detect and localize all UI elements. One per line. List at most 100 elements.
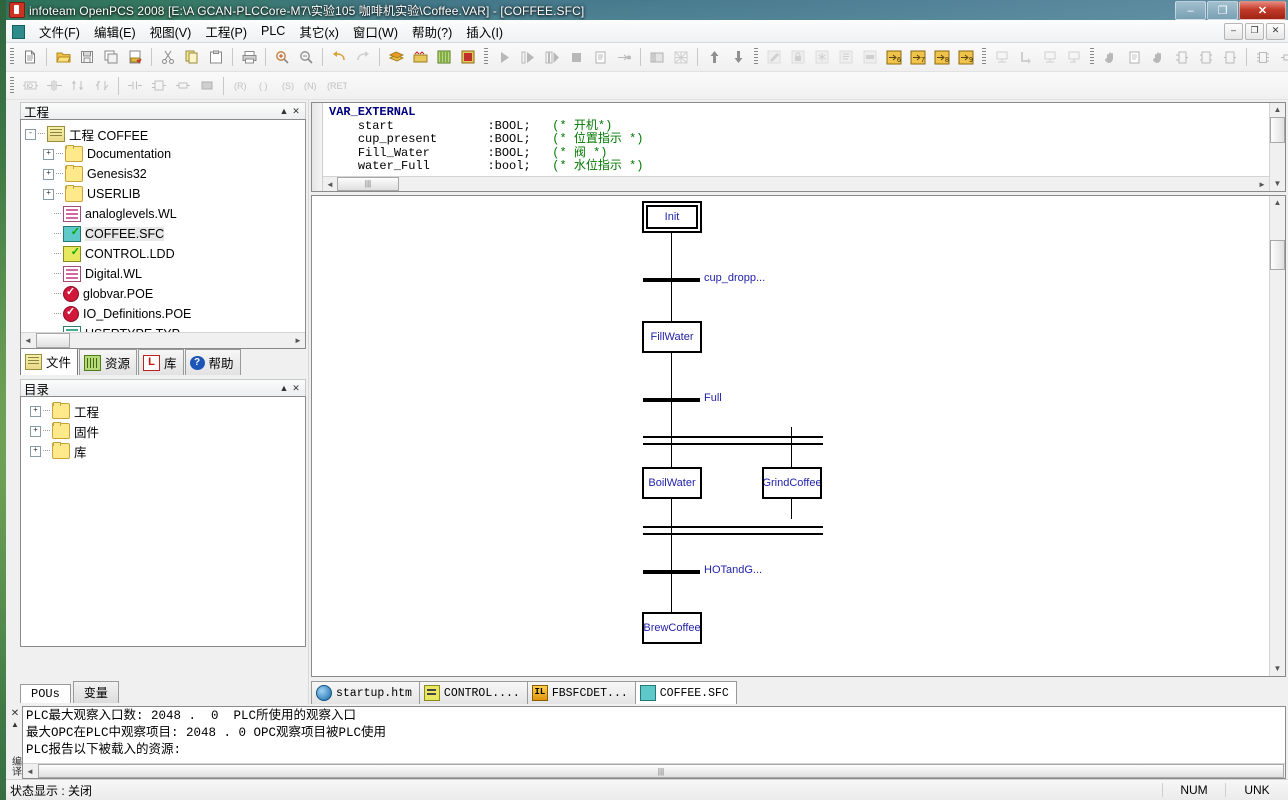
scroll-down-icon[interactable]: ▼: [1270, 662, 1285, 676]
sfc-parallel-split[interactable]: [643, 436, 823, 445]
menu-item-file[interactable]: 文件(F): [32, 19, 87, 44]
menu-item-view[interactable]: 视图(V): [143, 19, 199, 44]
menu-item-insert[interactable]: 插入(I): [459, 19, 510, 44]
doclist-icon[interactable]: [835, 46, 857, 68]
sfc-transition-bar[interactable]: [643, 398, 700, 402]
project-panel-close-icon[interactable]: ✕: [290, 105, 302, 117]
tree-item-control-ldd[interactable]: CONTROL.LDD: [25, 244, 305, 264]
tab-help[interactable]: ? 帮助: [185, 349, 241, 375]
scroll-right-icon[interactable]: ►: [291, 336, 305, 345]
rebuild-icon[interactable]: [409, 46, 431, 68]
monitor-icon[interactable]: [991, 46, 1013, 68]
project-tree-hscrollbar[interactable]: ◄ ►: [21, 332, 305, 348]
toolbar-grip-2[interactable]: [484, 48, 488, 66]
save-as-icon[interactable]: [124, 46, 146, 68]
minimize-button[interactable]: –: [1175, 1, 1206, 20]
tab-resources[interactable]: 资源: [79, 349, 137, 375]
negate-icon[interactable]: (N): [301, 75, 323, 97]
tree-item-io-definitions-poe[interactable]: IO_Definitions.POE: [25, 304, 305, 324]
save-all-icon[interactable]: [100, 46, 122, 68]
inout-icon[interactable]: [1171, 46, 1193, 68]
fbd-io-icon[interactable]: IO: [19, 75, 41, 97]
doctab-control[interactable]: CONTROL....: [419, 681, 528, 704]
doctab-startup-htm[interactable]: startup.htm: [311, 681, 420, 704]
doctab-coffee-sfc[interactable]: COFFEE.SFC: [635, 681, 737, 704]
scroll-thumb[interactable]: [1270, 117, 1285, 143]
grid-icon[interactable]: [670, 46, 692, 68]
step-over-icon[interactable]: [517, 46, 539, 68]
bookmark8-icon[interactable]: 8: [931, 46, 953, 68]
sfc-vscrollbar[interactable]: ▲ ▼: [1269, 196, 1285, 676]
save-icon[interactable]: [76, 46, 98, 68]
reset-icon[interactable]: (R): [229, 75, 251, 97]
coil-swap-icon[interactable]: [67, 75, 89, 97]
bookmark6-icon[interactable]: 6: [883, 46, 905, 68]
scroll-right-icon[interactable]: ►: [1255, 180, 1269, 189]
sfc-step-init[interactable]: Init: [642, 201, 702, 233]
redo-icon[interactable]: [352, 46, 374, 68]
set-icon[interactable]: (S): [277, 75, 299, 97]
variable-pane-vscrollbar[interactable]: ▲ ▼: [1269, 103, 1285, 191]
tab-variables[interactable]: 变量: [73, 681, 119, 703]
tree-item-analoglevels-wl[interactable]: analoglevels.WL: [25, 204, 305, 224]
sfc-transition-bar[interactable]: [643, 570, 700, 574]
variable-pane-hscrollbar[interactable]: ◄ ||| ►: [323, 176, 1269, 191]
expander-toggle[interactable]: +: [30, 426, 41, 437]
block2-icon[interactable]: [1219, 46, 1241, 68]
project-icon[interactable]: [433, 46, 455, 68]
block-icon[interactable]: [1195, 46, 1217, 68]
child-close-button[interactable]: ✕: [1266, 23, 1285, 40]
bookmark9-icon[interactable]: 9: [955, 46, 977, 68]
coil-paren-icon[interactable]: ( ): [253, 75, 275, 97]
toolbar-grip-4[interactable]: [982, 48, 986, 66]
monitor2-icon[interactable]: [1039, 46, 1061, 68]
resource-icon[interactable]: [457, 46, 479, 68]
chip-icon[interactable]: [1252, 46, 1274, 68]
tab-pous[interactable]: POUs: [20, 684, 71, 703]
return-icon[interactable]: (RET): [325, 75, 347, 97]
sfc-step-brewcoffee[interactable]: BrewCoffee: [642, 612, 702, 644]
goto-icon[interactable]: [613, 46, 635, 68]
hand2-icon[interactable]: [1147, 46, 1169, 68]
new-file-icon[interactable]: [19, 46, 41, 68]
paste-icon[interactable]: [205, 46, 227, 68]
scroll-thumb[interactable]: |||: [337, 177, 399, 191]
doctab-fbsfcdet[interactable]: IL FBSFCDET...: [527, 681, 636, 704]
open-folder-icon[interactable]: [52, 46, 74, 68]
pencil-icon[interactable]: [763, 46, 785, 68]
page-icon[interactable]: [1123, 46, 1145, 68]
scroll-thumb[interactable]: [1270, 240, 1285, 270]
toolbar-grip[interactable]: [10, 48, 14, 66]
expander-toggle[interactable]: +: [30, 446, 41, 457]
scroll-up-icon[interactable]: ▲: [1270, 196, 1285, 210]
print-icon[interactable]: [238, 46, 260, 68]
scroll-down-icon[interactable]: ▼: [1270, 177, 1285, 191]
scroll-thumb[interactable]: [36, 333, 70, 348]
lock-icon[interactable]: [787, 46, 809, 68]
pin-icon[interactable]: [1276, 46, 1288, 68]
sfc-transition-bar[interactable]: [643, 278, 700, 282]
build-icon[interactable]: [385, 46, 407, 68]
expander-toggle[interactable]: -: [25, 129, 36, 140]
up-arrow-icon[interactable]: [703, 46, 725, 68]
toolbar-grip-3[interactable]: [754, 48, 758, 66]
scroll-left-icon[interactable]: ◄: [23, 767, 37, 776]
tab-library[interactable]: L 库: [138, 349, 184, 375]
expander-toggle[interactable]: +: [43, 149, 54, 160]
tree-item-digital-wl[interactable]: Digital.WL: [25, 264, 305, 284]
bookmark7-icon[interactable]: 7: [907, 46, 929, 68]
branch-icon[interactable]: [91, 75, 113, 97]
close-button[interactable]: ✕: [1239, 1, 1286, 20]
menu-item-plc[interactable]: PLC: [254, 21, 292, 41]
menu-item-help[interactable]: 帮助(?): [405, 19, 459, 44]
expander-toggle[interactable]: +: [43, 169, 54, 180]
toolbar-grip-5[interactable]: [1090, 48, 1094, 66]
zoom-in-icon[interactable]: [271, 46, 293, 68]
list-icon[interactable]: [589, 46, 611, 68]
project-panel-collapse-icon[interactable]: ▲: [278, 105, 290, 117]
step-into-icon[interactable]: [541, 46, 563, 68]
menu-item-project[interactable]: 工程(P): [198, 19, 254, 44]
scroll-thumb[interactable]: |||: [38, 764, 1284, 778]
sfc-step-grindcoffee[interactable]: GrindCoffee: [762, 467, 822, 499]
box-icon[interactable]: [148, 75, 170, 97]
